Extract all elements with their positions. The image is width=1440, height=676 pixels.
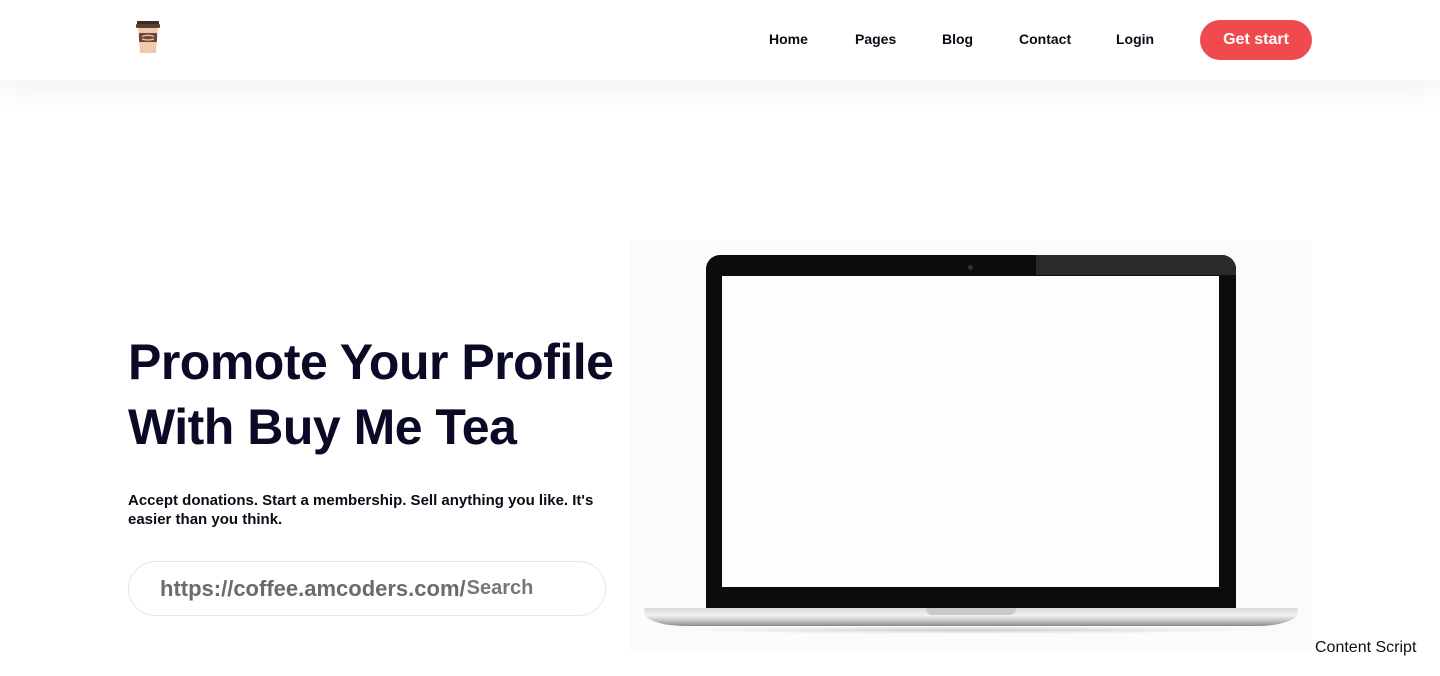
laptop-image: [630, 240, 1312, 650]
nav-login[interactable]: Login: [1116, 31, 1154, 47]
laptop-screen: [722, 276, 1219, 587]
laptop-shadow: [670, 626, 1270, 634]
hero-subtitle: Accept donations. Start a membership. Se…: [128, 492, 594, 528]
camera-icon: [968, 265, 973, 270]
hero-title-line-1: Promote Your Profile: [128, 334, 614, 390]
site-header: Home Pages Blog Contact Login Get start: [0, 0, 1440, 80]
laptop-notch: [926, 608, 1016, 615]
profile-url-field[interactable]: https://coffee.amcoders.com/: [128, 561, 606, 616]
nav-blog[interactable]: Blog: [942, 31, 973, 47]
laptop-lid: [706, 255, 1236, 610]
coffee-cup-icon[interactable]: [134, 20, 162, 56]
hero-title-line-2: With Buy Me Tea: [128, 399, 517, 455]
hero-title: Promote Your Profile With Buy Me Tea: [128, 330, 628, 460]
nav-pages[interactable]: Pages: [855, 31, 896, 47]
nav-contact[interactable]: Contact: [1019, 31, 1071, 47]
content-script-label: Content Script: [1315, 639, 1417, 656]
url-prefix: https://coffee.amcoders.com/: [160, 575, 466, 601]
nav-home[interactable]: Home: [769, 31, 808, 47]
get-start-button[interactable]: Get start: [1200, 20, 1312, 60]
profile-search-input[interactable]: [466, 577, 605, 600]
